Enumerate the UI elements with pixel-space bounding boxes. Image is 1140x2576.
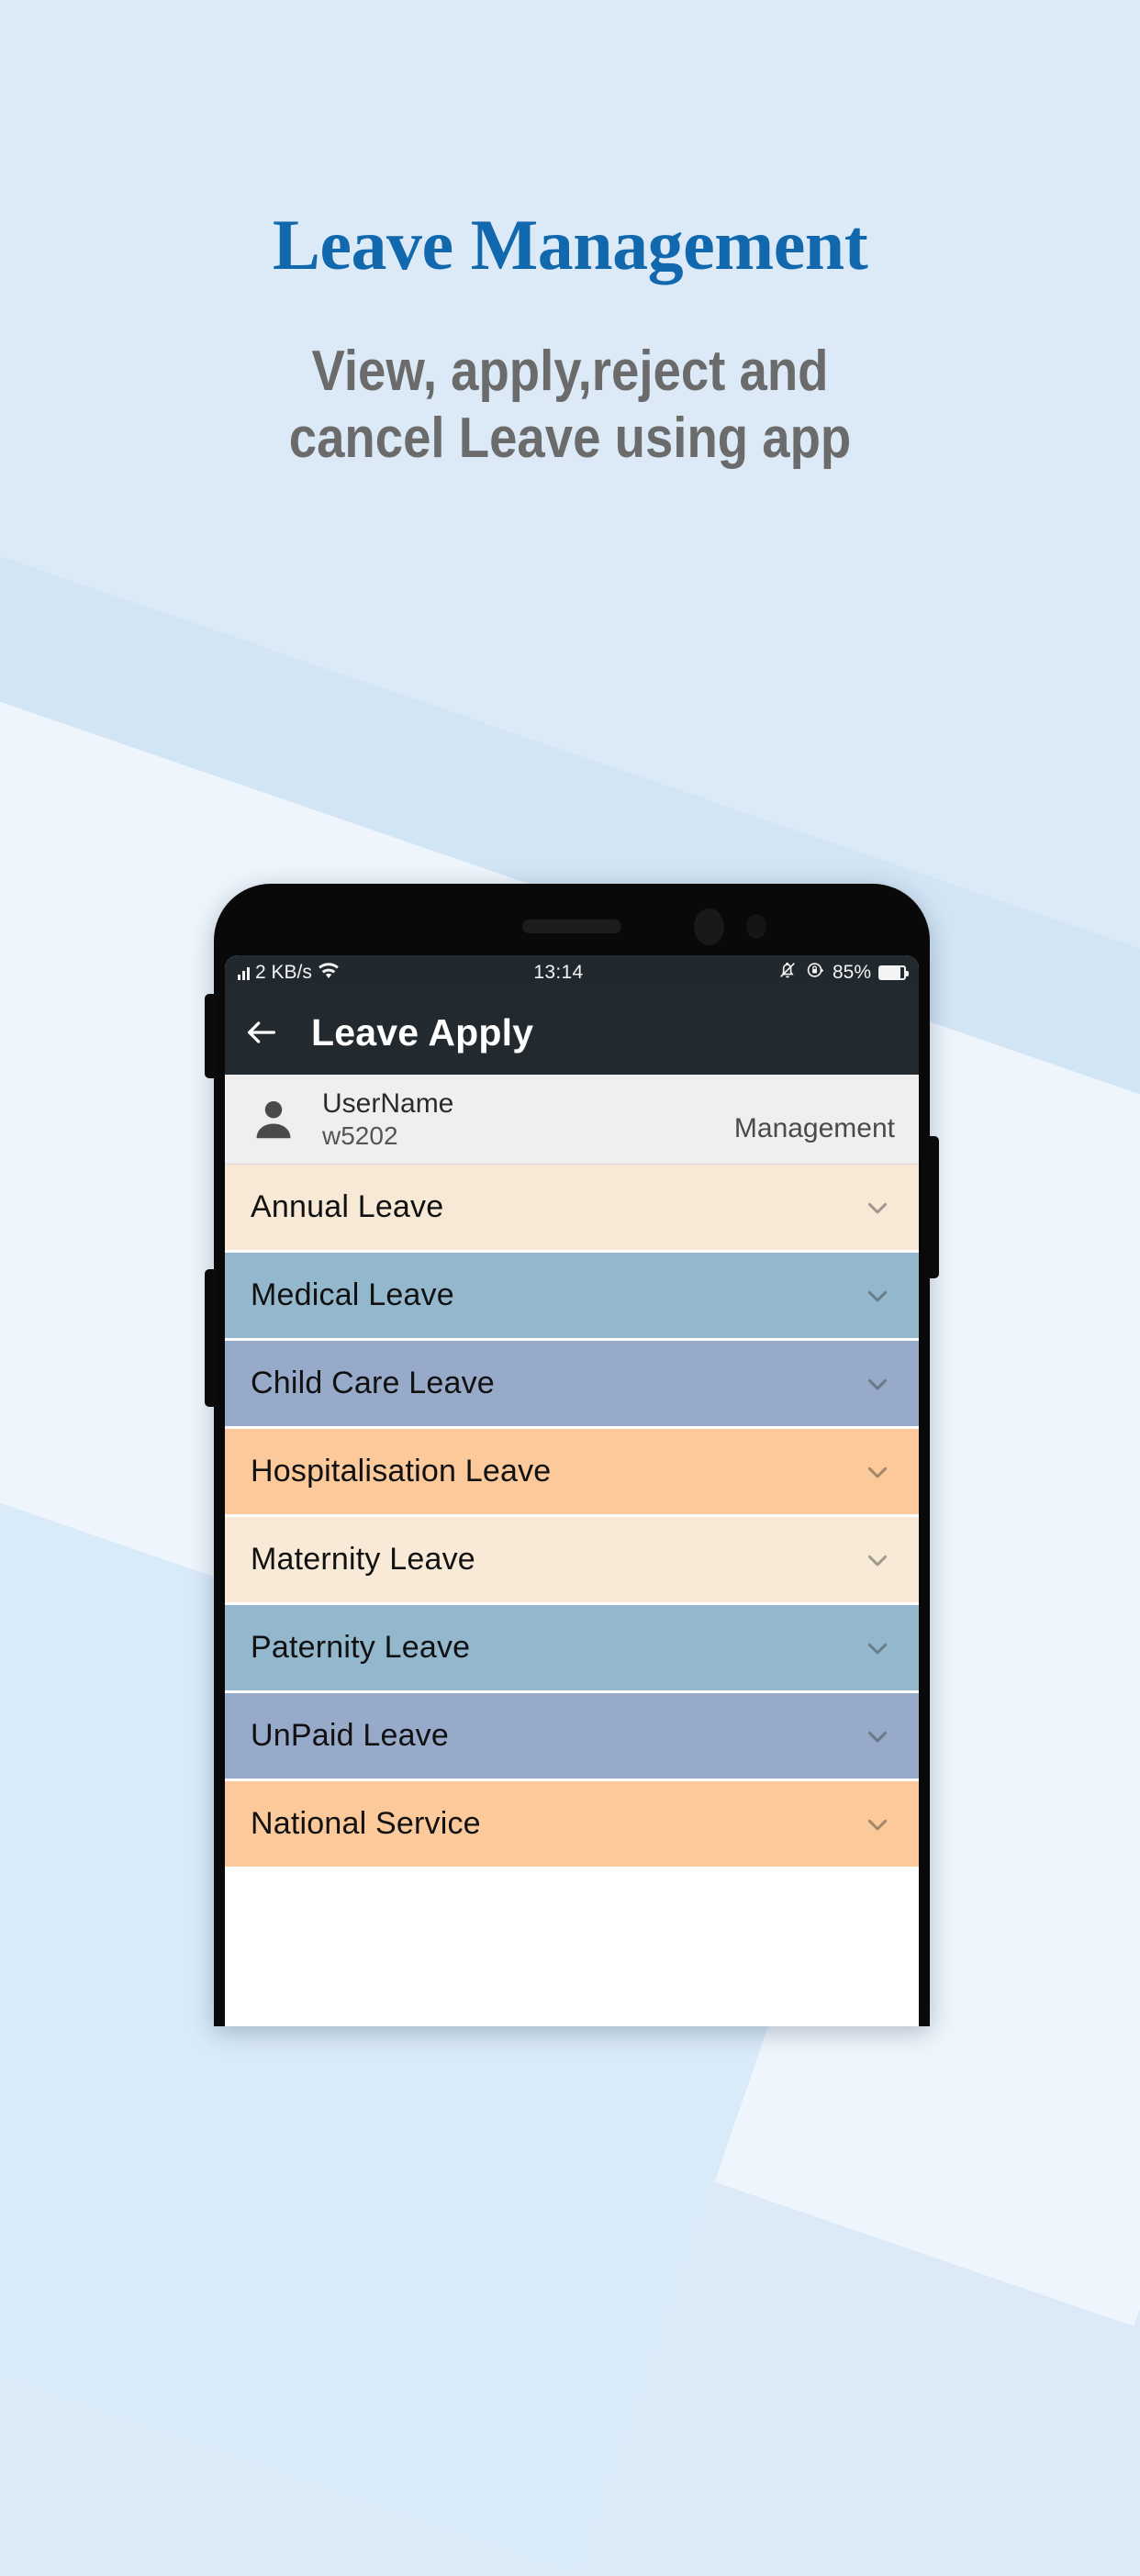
leave-type-label: Paternity Leave xyxy=(251,1630,471,1665)
battery-percent-label: 85% xyxy=(832,962,871,983)
rotation-lock-icon xyxy=(805,960,825,986)
leave-type-label: Maternity Leave xyxy=(251,1542,475,1577)
network-speed-label: 2 KB/s xyxy=(255,962,312,983)
leave-type-label: Child Care Leave xyxy=(251,1366,495,1400)
promo-text-block: Leave Management View, apply,reject and … xyxy=(0,209,1140,472)
phone-mockup: 2 KB/s 13:14 85% Leave Apply UserName w5… xyxy=(205,884,939,2026)
leave-type-row[interactable]: Child Care Leave xyxy=(225,1341,919,1429)
user-role-label: Management xyxy=(733,1112,895,1143)
front-camera-icon xyxy=(694,909,724,945)
leave-type-label: National Service xyxy=(251,1806,481,1841)
leave-type-row[interactable]: Paternity Leave xyxy=(225,1605,919,1693)
wifi-icon xyxy=(318,961,340,985)
chevron-down-icon[interactable] xyxy=(862,1456,893,1488)
volume-down-button[interactable] xyxy=(205,1269,218,1407)
status-bar-right: 85% xyxy=(777,960,909,986)
battery-icon xyxy=(878,965,909,980)
leave-type-label: Medical Leave xyxy=(251,1277,454,1312)
leave-type-row[interactable]: Medical Leave xyxy=(225,1253,919,1341)
user-id-label: w5202 xyxy=(322,1121,398,1150)
leave-type-list: Annual Leave Medical Leave Child Care Leav… xyxy=(225,1165,919,1869)
back-arrow-icon[interactable] xyxy=(243,1014,280,1051)
chevron-down-icon[interactable] xyxy=(862,1544,893,1576)
leave-type-row[interactable]: Annual Leave xyxy=(225,1165,919,1253)
status-bar-clock: 13:14 xyxy=(533,962,584,983)
leave-type-label: Hospitalisation Leave xyxy=(251,1454,552,1489)
front-sensor-icon xyxy=(746,914,766,939)
leave-type-label: Annual Leave xyxy=(251,1189,444,1224)
person-icon xyxy=(249,1095,298,1144)
leave-type-row[interactable]: Maternity Leave xyxy=(225,1517,919,1605)
chevron-down-icon[interactable] xyxy=(862,1809,893,1840)
chevron-down-icon[interactable] xyxy=(862,1721,893,1752)
user-name-block: UserName w5202 xyxy=(322,1088,453,1151)
leave-type-label: UnPaid Leave xyxy=(251,1718,449,1753)
leave-type-row[interactable]: UnPaid Leave xyxy=(225,1693,919,1781)
leave-type-row[interactable]: Hospitalisation Leave xyxy=(225,1429,919,1517)
user-info-row: UserName w5202 Management xyxy=(225,1075,919,1165)
signal-bars-icon xyxy=(238,965,250,980)
status-bar: 2 KB/s 13:14 85% xyxy=(225,955,919,990)
user-name-label: UserName xyxy=(322,1087,454,1119)
chevron-down-icon[interactable] xyxy=(862,1368,893,1400)
phone-screen: 2 KB/s 13:14 85% Leave Apply UserName w5… xyxy=(225,955,919,2026)
volume-up-button[interactable] xyxy=(205,994,218,1078)
chevron-down-icon[interactable] xyxy=(862,1192,893,1223)
chevron-down-icon[interactable] xyxy=(862,1280,893,1311)
app-bar: Leave Apply xyxy=(225,990,919,1075)
status-bar-left: 2 KB/s xyxy=(238,961,340,985)
power-button[interactable] xyxy=(926,1136,939,1278)
leave-type-row[interactable]: National Service xyxy=(225,1781,919,1869)
chevron-down-icon[interactable] xyxy=(862,1633,893,1664)
phone-body: 2 KB/s 13:14 85% Leave Apply UserName w5… xyxy=(205,884,939,2026)
app-bar-title: Leave Apply xyxy=(311,1010,534,1054)
page-subtitle: View, apply,reject and cancel Leave usin… xyxy=(288,340,852,471)
page-title: Leave Management xyxy=(272,205,868,284)
earpiece-speaker-icon xyxy=(522,920,621,933)
bell-muted-icon xyxy=(777,960,798,986)
